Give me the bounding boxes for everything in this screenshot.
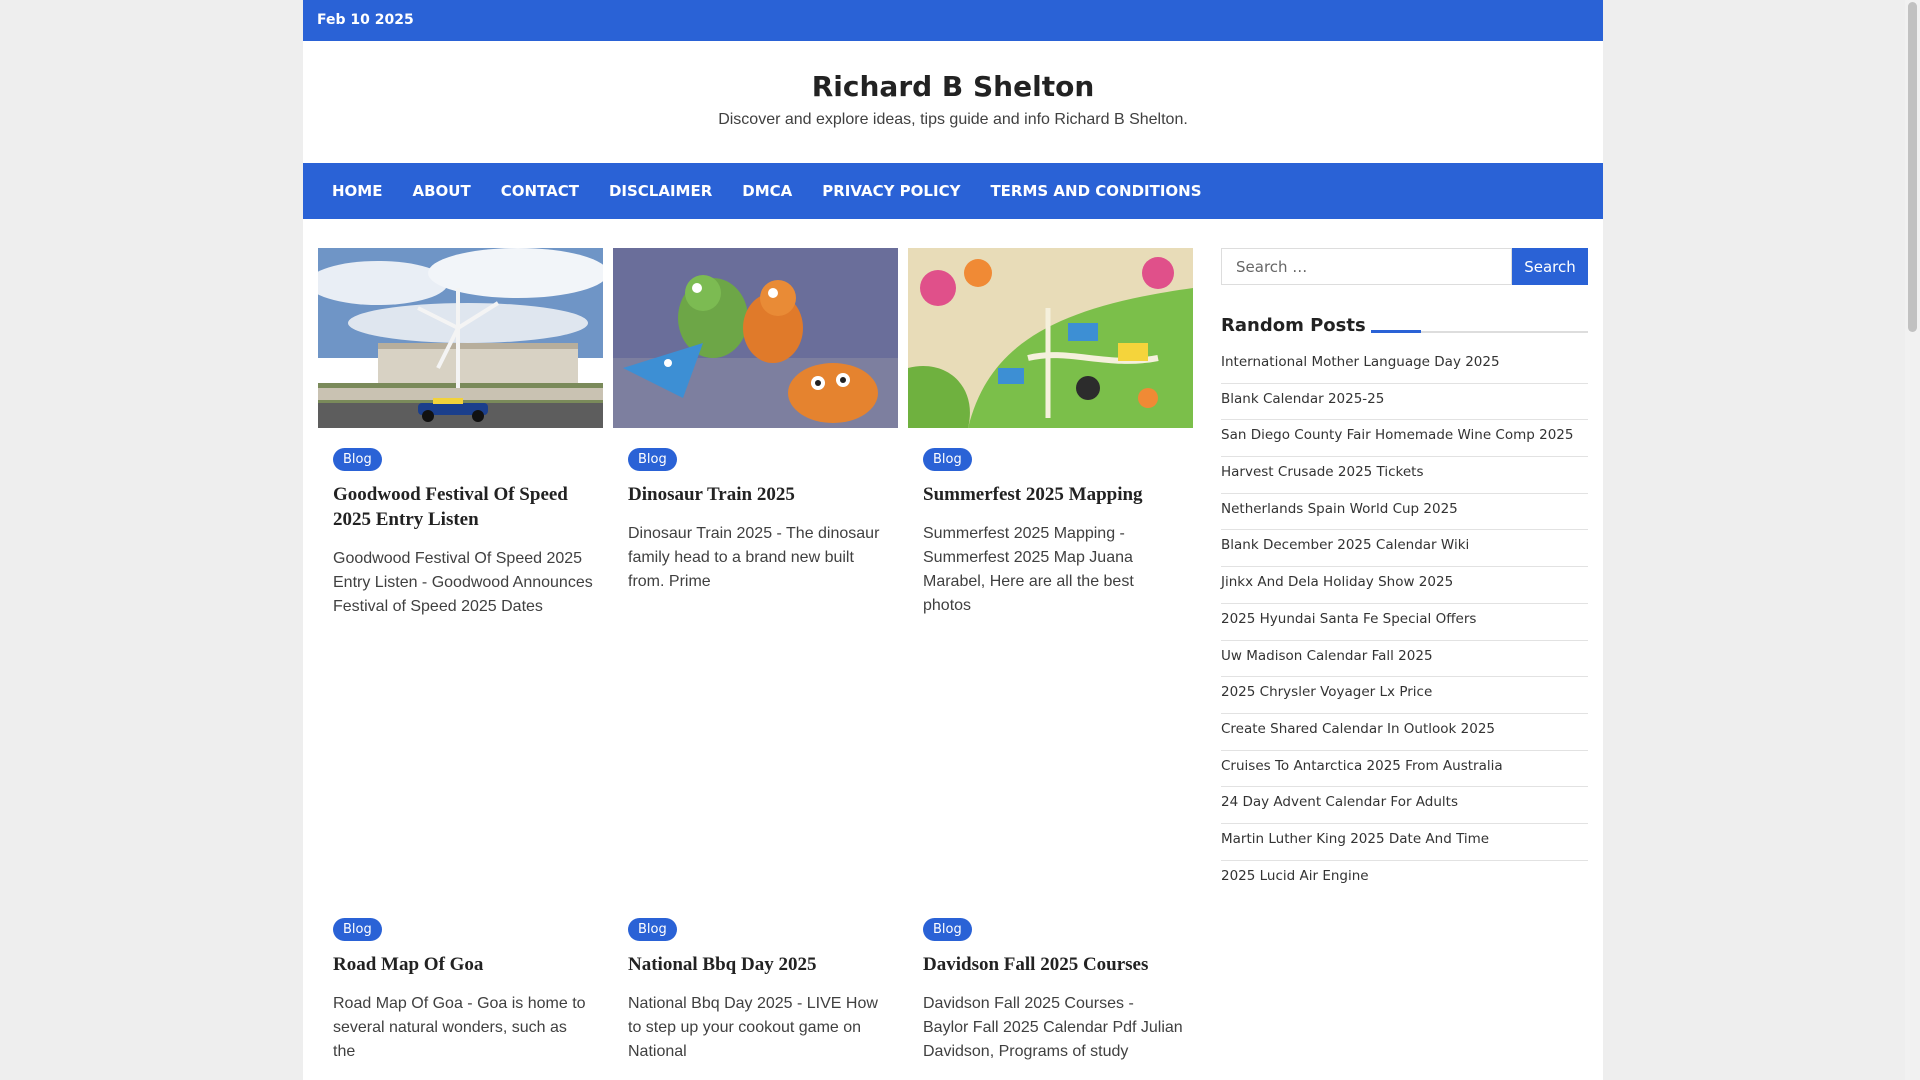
post-grid: Blog Goodwood Festival Of Speed 2025 Ent… (318, 248, 1198, 1080)
title-accent (1371, 330, 1421, 333)
post-card: Blog Dinosaur Train 2025 Dinosaur Train … (613, 248, 898, 708)
list-item[interactable]: International Mother Language Day 2025 (1221, 347, 1588, 384)
top-bar: Feb 10 2025 (303, 0, 1603, 41)
post-excerpt: Dinosaur Train 2025 - The dinosaur famil… (628, 525, 880, 590)
post-excerpt: Road Map Of Goa - Goa is home to several… (333, 995, 586, 1060)
list-item[interactable]: Netherlands Spain World Cup 2025 (1221, 494, 1588, 531)
list-item[interactable]: 2025 Hyundai Santa Fe Special Offers (1221, 604, 1588, 641)
site-description: Discover and explore ideas, tips guide a… (718, 111, 1188, 128)
list-item[interactable]: 2025 Chrysler Voyager Lx Price (1221, 677, 1588, 714)
nav-disclaimer[interactable]: DISCLAIMER (609, 182, 712, 200)
search-input[interactable] (1221, 248, 1512, 285)
category-badge[interactable]: Blog (628, 448, 677, 471)
list-item[interactable]: Jinkx And Dela Holiday Show 2025 (1221, 567, 1588, 604)
current-date: Feb 10 2025 (317, 12, 414, 28)
post-card: Blog National Bbq Day 2025 National Bbq … (613, 718, 898, 1080)
list-item[interactable]: 24 Day Advent Calendar For Adults (1221, 787, 1588, 824)
random-posts-list: International Mother Language Day 2025 B… (1221, 347, 1588, 897)
post-card: Blog Goodwood Festival Of Speed 2025 Ent… (318, 248, 603, 708)
post-title[interactable]: Road Map Of Goa (333, 952, 593, 977)
dinosaur-image[interactable] (613, 248, 898, 428)
main-navigation: HOME ABOUT CONTACT DISCLAIMER DMCA PRIVA… (303, 163, 1603, 219)
list-item[interactable]: Cruises To Antarctica 2025 From Australi… (1221, 751, 1588, 788)
list-item[interactable]: Martin Luther King 2025 Date And Time (1221, 824, 1588, 861)
post-title[interactable]: Goodwood Festival Of Speed 2025 Entry Li… (333, 482, 593, 532)
search-button[interactable]: Search (1512, 248, 1588, 285)
list-item[interactable]: San Diego County Fair Homemade Wine Comp… (1221, 420, 1588, 458)
post-excerpt: Goodwood Festival Of Speed 2025 Entry Li… (333, 550, 593, 615)
list-item[interactable]: Harvest Crusade 2025 Tickets (1221, 457, 1588, 494)
nav-privacy-policy[interactable]: PRIVACY POLICY (822, 182, 960, 200)
page-container: Feb 10 2025 Richard B Shelton Discover a… (303, 0, 1603, 1080)
search-form: Search (1221, 248, 1588, 285)
post-title[interactable]: Summerfest 2025 Mapping (923, 482, 1183, 507)
category-badge[interactable]: Blog (333, 448, 382, 471)
random-posts-header: Random Posts (1221, 315, 1588, 337)
festival-map-image[interactable] (908, 248, 1193, 428)
vertical-scrollbar[interactable] (1905, 0, 1920, 1080)
post-title[interactable]: Dinosaur Train 2025 (628, 482, 888, 507)
nav-contact[interactable]: CONTACT (501, 182, 579, 200)
category-badge[interactable]: Blog (923, 918, 972, 941)
nav-about[interactable]: ABOUT (412, 182, 470, 200)
post-excerpt: National Bbq Day 2025 - LIVE How to step… (628, 995, 878, 1060)
post-card: Blog Davidson Fall 2025 Courses Davidson… (908, 718, 1193, 1080)
list-item[interactable]: Blank December 2025 Calendar Wiki (1221, 530, 1588, 568)
list-item[interactable]: 2025 Lucid Air Engine (1221, 861, 1588, 898)
category-badge[interactable]: Blog (628, 918, 677, 941)
site-title[interactable]: Richard B Shelton (303, 70, 1603, 103)
post-card: Blog Road Map Of Goa Road Map Of Goa - G… (318, 718, 603, 1080)
widget-title: Random Posts (1221, 315, 1380, 336)
category-badge[interactable]: Blog (333, 918, 382, 941)
sidebar: Search Random Posts International Mother… (1221, 248, 1588, 897)
site-header: Richard B Shelton Discover and explore i… (303, 41, 1603, 163)
scrollbar-thumb[interactable] (1908, 2, 1917, 332)
post-card: Blog Summerfest 2025 Mapping Summerfest … (908, 248, 1193, 708)
nav-home[interactable]: HOME (332, 182, 382, 200)
list-item[interactable]: Blank Calendar 2025-25 (1221, 384, 1588, 421)
nav-terms-and-conditions[interactable]: TERMS AND CONDITIONS (990, 182, 1201, 200)
list-item[interactable]: Create Shared Calendar In Outlook 2025 (1221, 714, 1588, 751)
category-badge[interactable]: Blog (923, 448, 972, 471)
nav-dmca[interactable]: DMCA (742, 182, 792, 200)
post-title[interactable]: Davidson Fall 2025 Courses (923, 952, 1183, 977)
list-item[interactable]: Uw Madison Calendar Fall 2025 (1221, 641, 1588, 678)
post-excerpt: Summerfest 2025 Mapping - Summerfest 202… (923, 525, 1134, 614)
racing-car-image[interactable] (318, 248, 603, 428)
post-excerpt: Davidson Fall 2025 Courses - Baylor Fall… (923, 995, 1183, 1060)
post-title[interactable]: National Bbq Day 2025 (628, 952, 888, 977)
